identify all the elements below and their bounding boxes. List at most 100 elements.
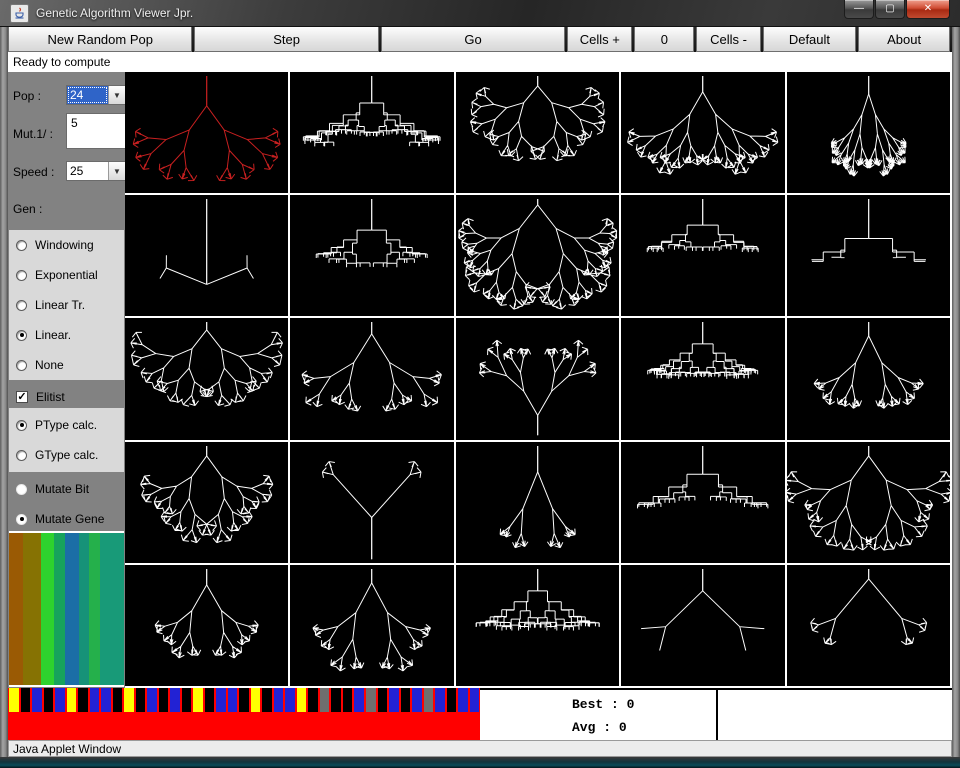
selection-windowing-label: Windowing xyxy=(35,238,94,252)
phenotype-cell-22[interactable] xyxy=(455,564,620,686)
phenotype-cell-10[interactable] xyxy=(125,318,289,440)
gene-block xyxy=(227,688,238,712)
gradient-stripe xyxy=(54,533,66,685)
gene-block xyxy=(181,688,192,712)
selection-linear--label: Linear. xyxy=(35,328,72,342)
selection-exponential-label: Exponential xyxy=(35,268,98,282)
minimize-button[interactable]: — xyxy=(844,0,874,19)
selection-linear--radio[interactable] xyxy=(16,329,27,341)
phenotype-cell-18[interactable] xyxy=(621,441,785,563)
phenotype-cell-6[interactable] xyxy=(290,195,454,317)
toolbar-button-cells-[interactable]: Cells - xyxy=(696,26,761,52)
phenotype-cell-24[interactable] xyxy=(786,564,950,686)
gene-block xyxy=(170,688,180,712)
gene-block xyxy=(204,688,215,712)
stats-divider xyxy=(716,690,718,740)
gradient-stripe xyxy=(22,533,42,685)
elitist-label: Elitist xyxy=(36,390,65,404)
phenotype-cell-14[interactable] xyxy=(786,318,950,440)
gene-block xyxy=(435,688,445,712)
type-gtype-calc--radio[interactable] xyxy=(16,449,27,461)
phenotype-cell-16[interactable] xyxy=(290,441,454,563)
pop-combobox[interactable]: 24 ▼ xyxy=(66,85,126,105)
phenotype-cell-7[interactable] xyxy=(455,195,620,317)
speed-value: 25 xyxy=(70,164,84,178)
mutate-mutate-gene-radio[interactable] xyxy=(16,513,27,525)
type-ptype-calc--radio[interactable] xyxy=(16,419,27,431)
gradient-stripe xyxy=(100,533,125,685)
gene-block xyxy=(296,688,307,712)
gene-block xyxy=(193,688,203,712)
close-button[interactable]: ✕ xyxy=(906,0,950,19)
phenotype-cell-0[interactable] xyxy=(125,72,289,194)
phenotype-cell-20[interactable] xyxy=(125,564,289,686)
phenotype-cell-5[interactable] xyxy=(125,195,289,317)
type-gtype-calc--label: GType calc. xyxy=(35,448,99,462)
gene-block xyxy=(55,688,65,712)
phenotype-cell-17[interactable] xyxy=(455,441,620,563)
toolbar-button-new-random-pop[interactable]: New Random Pop xyxy=(8,26,193,52)
phenotype-cell-1[interactable] xyxy=(290,72,454,194)
type-ptype-calc-[interactable]: PType calc. xyxy=(16,418,97,432)
toolbar-button-cells-[interactable]: Cells + xyxy=(567,26,633,52)
avg-stat: Avg : 0 xyxy=(572,720,627,735)
selection-exponential[interactable]: Exponential xyxy=(16,268,98,282)
toolbar-button-default[interactable]: Default xyxy=(762,26,857,52)
phenotype-cell-23[interactable] xyxy=(621,564,785,686)
applet-statusbar: Java Applet Window xyxy=(8,740,952,757)
titlebar[interactable]: Genetic Algorithm Viewer Jpr. — ▢ ✕ xyxy=(0,0,960,27)
mut-label: Mut.1/ : xyxy=(13,127,54,141)
mut-input[interactable]: 5 xyxy=(66,113,126,149)
sidebar: Pop : 24 ▼ Mut.1/ : 5 Speed : 25 ▼ Gen :… xyxy=(8,72,126,688)
phenotype-cell-19[interactable] xyxy=(786,441,950,563)
selection-linear-tr--radio[interactable] xyxy=(16,299,27,311)
elitist[interactable]: ✓ Elitist xyxy=(16,390,65,404)
type-gtype-calc-[interactable]: GType calc. xyxy=(16,448,98,462)
selection-windowing-radio[interactable] xyxy=(16,239,27,251)
toolbar-button-step[interactable]: Step xyxy=(194,26,379,52)
gene-block xyxy=(423,688,434,712)
mutate-mutate-gene[interactable]: Mutate Gene xyxy=(16,512,104,526)
selection-none-radio[interactable] xyxy=(16,359,27,371)
speed-combobox[interactable]: 25 ▼ xyxy=(66,161,126,181)
gene-block xyxy=(216,688,226,712)
elitist-checkbox[interactable]: ✓ xyxy=(16,391,28,403)
phenotype-cell-3[interactable] xyxy=(621,72,785,194)
phenotype-cell-9[interactable] xyxy=(786,195,950,317)
speed-dropdown-arrow-icon[interactable]: ▼ xyxy=(108,162,125,180)
gene-block xyxy=(135,688,146,712)
gene-block xyxy=(331,688,341,712)
window-frame-bottom xyxy=(0,757,960,768)
maximize-button[interactable]: ▢ xyxy=(875,0,905,19)
mutate-mutate-bit[interactable]: Mutate Bit xyxy=(16,482,89,496)
type-ptype-calc--label: PType calc. xyxy=(35,418,98,432)
phenotype-cell-13[interactable] xyxy=(621,318,785,440)
selection-exponential-radio[interactable] xyxy=(16,269,27,281)
gradient-stripe xyxy=(88,533,101,685)
best-stat: Best : 0 xyxy=(572,697,635,712)
phenotype-cell-2[interactable] xyxy=(455,72,620,194)
selection-none[interactable]: None xyxy=(16,358,64,372)
gene-block xyxy=(389,688,399,712)
gene-block xyxy=(308,688,318,712)
population-grid xyxy=(125,72,952,688)
gene-block xyxy=(342,688,353,712)
selection-linear-[interactable]: Linear. xyxy=(16,328,71,342)
phenotype-cell-12[interactable] xyxy=(455,318,620,440)
toolbar-button-about[interactable]: About xyxy=(858,26,950,52)
mutate-mutate-bit-radio[interactable] xyxy=(16,483,27,495)
gene-block xyxy=(239,688,249,712)
gene-block xyxy=(147,688,157,712)
pop-dropdown-arrow-icon[interactable]: ▼ xyxy=(108,86,125,104)
selection-linear-tr-[interactable]: Linear Tr. xyxy=(16,298,85,312)
phenotype-cell-4[interactable] xyxy=(786,72,950,194)
selection-none-label: None xyxy=(35,358,64,372)
selection-windowing[interactable]: Windowing xyxy=(16,238,94,252)
toolbar-button-go[interactable]: Go xyxy=(380,26,566,52)
gene-block xyxy=(412,688,422,712)
phenotype-cell-15[interactable] xyxy=(125,441,289,563)
window-title: Genetic Algorithm Viewer Jpr. xyxy=(36,6,194,20)
phenotype-cell-8[interactable] xyxy=(621,195,785,317)
phenotype-cell-11[interactable] xyxy=(290,318,454,440)
phenotype-cell-21[interactable] xyxy=(290,564,454,686)
